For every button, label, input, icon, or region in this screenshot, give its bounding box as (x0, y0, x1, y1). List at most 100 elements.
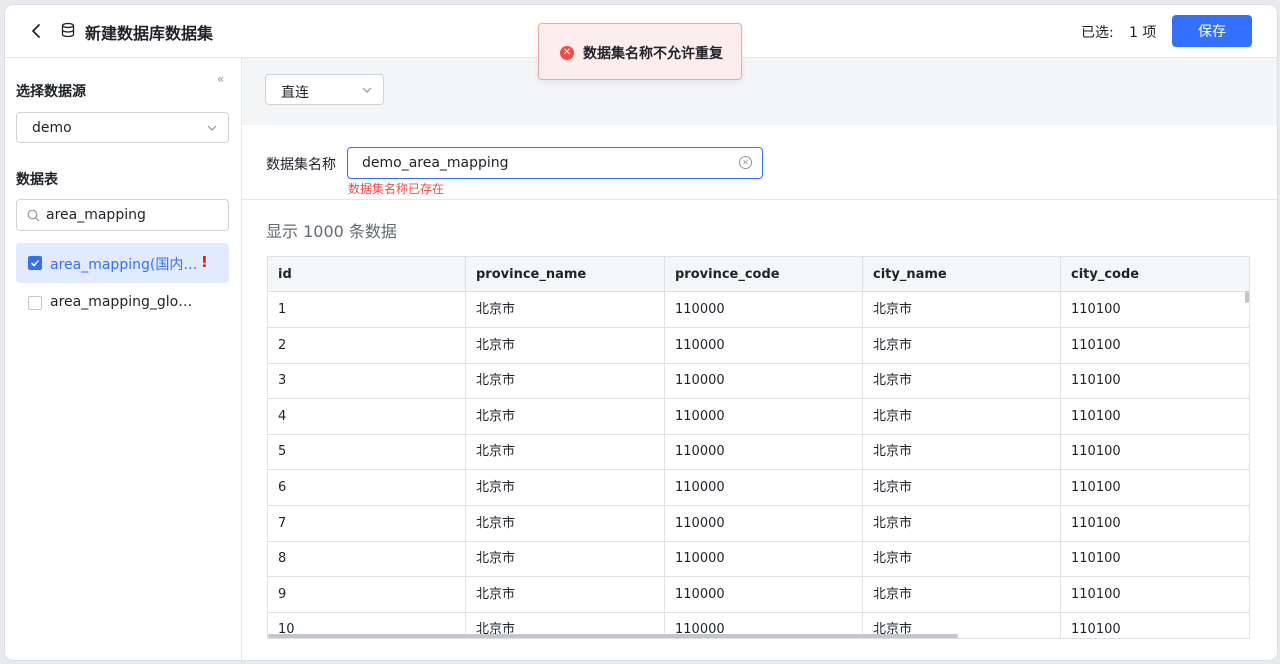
table-cell: 北京市 (863, 327, 1061, 363)
table-cell: 110000 (665, 505, 863, 541)
search-icon (27, 209, 40, 222)
collapse-sidebar-icon[interactable]: « (217, 72, 229, 86)
table-cell: 北京市 (466, 327, 665, 363)
table-item-area-mapping-global[interactable]: area_mapping_global(... (16, 283, 229, 323)
table-cell: 北京市 (466, 505, 665, 541)
preview-row-count: 显示 1000 条数据 (266, 222, 397, 241)
table-cell: 北京市 (863, 470, 1061, 505)
table-cell: 北京市 (466, 576, 665, 612)
table-cell: 北京市 (863, 398, 1061, 434)
horizontal-scrollbar[interactable] (268, 634, 958, 638)
table-cell: 110000 (665, 434, 863, 470)
save-button[interactable]: 保存 (1172, 15, 1252, 47)
table-row: 3 北京市 110000 北京市 110100 (268, 363, 1249, 400)
mode-toolbar: 直连 (242, 58, 1277, 125)
dataset-name-label: 数据集名称 (266, 157, 336, 173)
back-arrow-icon[interactable] (27, 21, 47, 41)
table-row: 1 北京市 110000 北京市 110100 (268, 292, 1249, 328)
tables-heading: 数据表 (16, 172, 58, 188)
table-cell: 6 (268, 470, 466, 505)
table-cell: 110100 (1071, 586, 1121, 602)
table-cell: 北京市 (863, 292, 1061, 327)
table-cell: 110100 (1071, 551, 1121, 567)
table-cell: 110000 (665, 470, 863, 505)
dataset-name-input[interactable] (362, 154, 732, 172)
table-row: 6 北京市 110000 北京市 110100 (268, 470, 1249, 506)
table-item-area-mapping[interactable]: area_mapping(国内省... ! (16, 243, 229, 283)
checkbox-checked-icon[interactable] (28, 256, 42, 270)
dataset-name-row: 数据集名称 ✕ 数据集名称已存在 (242, 125, 1277, 200)
error-toast: ✕ 数据集名称不允许重复 (538, 23, 742, 80)
chevron-down-icon (362, 87, 372, 93)
table-cell: 8 (268, 541, 466, 577)
table-cell: 110000 (665, 398, 863, 434)
page-title: 新建数据库数据集 (85, 24, 214, 43)
datasource-value: demo (32, 120, 72, 136)
table-cell: 110100 (1071, 337, 1121, 353)
table-cell: 北京市 (466, 398, 665, 434)
table-row: 7 北京市 110000 北京市 110100 (268, 505, 1249, 542)
checkbox-icon[interactable] (28, 296, 42, 310)
chevron-down-icon (207, 125, 217, 131)
main-panel: 直连 数据集名称 ✕ 数据集名称已存在 显示 1000 条数据 id provi… (242, 58, 1277, 660)
table-cell: 北京市 (863, 363, 1061, 399)
connection-mode-value: 直连 (281, 85, 309, 101)
datasource-select[interactable]: demo (16, 112, 229, 143)
table-cell: 北京市 (466, 434, 665, 470)
sidebar: « 选择数据源 demo 数据表 area_mapping(国内省... ! (5, 58, 242, 660)
column-header: city_code (1071, 267, 1140, 282)
table-search (16, 199, 229, 231)
dataset-name-error: 数据集名称已存在 (348, 182, 445, 196)
database-icon (61, 22, 75, 38)
table-item-label: area_mapping(国内省... (50, 257, 200, 273)
toast-message: 数据集名称不允许重复 (583, 46, 723, 62)
table-row: 8 北京市 110000 北京市 110100 (268, 541, 1249, 578)
table-cell: 北京市 (863, 505, 1061, 541)
table-item-label: area_mapping_global(... (50, 294, 200, 310)
table-cell: 北京市 (863, 576, 1061, 612)
datasource-heading: 选择数据源 (16, 84, 86, 100)
column-header: province_code (665, 257, 863, 292)
table-cell: 5 (268, 434, 466, 470)
table-cell: 7 (268, 505, 466, 541)
table-cell: 110100 (1071, 622, 1121, 638)
table-cell: 110000 (665, 541, 863, 577)
selected-count: 1 项 (1129, 25, 1157, 41)
table-row: 5 北京市 110000 北京市 110100 (268, 434, 1249, 471)
table-cell: 110100 (1071, 515, 1121, 531)
warning-icon: ! (201, 253, 208, 271)
table-cell: 北京市 (466, 541, 665, 577)
error-circle-icon: ✕ (560, 46, 574, 60)
table-cell: 110100 (1071, 408, 1121, 424)
table-cell: 110000 (665, 327, 863, 363)
table-cell: 北京市 (466, 363, 665, 399)
table-row: 4 北京市 110000 北京市 110100 (268, 398, 1249, 435)
app-window: 新建数据库数据集 已选: 1 项 保存 ✕ 数据集名称不允许重复 « 选择数据源… (5, 5, 1277, 660)
table-cell: 110000 (665, 576, 863, 612)
table-cell: 110000 (665, 292, 863, 327)
column-header: province_name (466, 257, 665, 292)
column-header: id (268, 257, 466, 292)
table-search-input[interactable] (46, 206, 221, 224)
table-row: 9 北京市 110000 北京市 110100 (268, 576, 1249, 613)
table-cell: 110100 (1071, 302, 1121, 317)
table-cell: 1 (268, 292, 466, 327)
table-cell: 110100 (1071, 444, 1121, 460)
table-cell: 110100 (1071, 373, 1121, 389)
table-cell: 2 (268, 327, 466, 363)
connection-mode-select[interactable]: 直连 (265, 74, 384, 105)
table-header: id province_name province_code city_name… (268, 257, 1249, 292)
preview-table: id province_name province_code city_name… (267, 256, 1250, 639)
table-cell: 北京市 (863, 541, 1061, 577)
table-cell: 北京市 (466, 292, 665, 327)
table-cell: 110100 (1071, 480, 1121, 495)
table-cell: 9 (268, 576, 466, 612)
clear-input-icon[interactable]: ✕ (739, 156, 752, 169)
selected-label: 已选: (1081, 25, 1114, 41)
table-cell: 110000 (665, 363, 863, 399)
table-cell: 北京市 (466, 470, 665, 505)
table-row: 2 北京市 110000 北京市 110100 (268, 327, 1249, 364)
vertical-scrollbar[interactable] (1245, 291, 1249, 303)
table-cell: 北京市 (863, 434, 1061, 470)
table-cell: 3 (268, 363, 466, 399)
